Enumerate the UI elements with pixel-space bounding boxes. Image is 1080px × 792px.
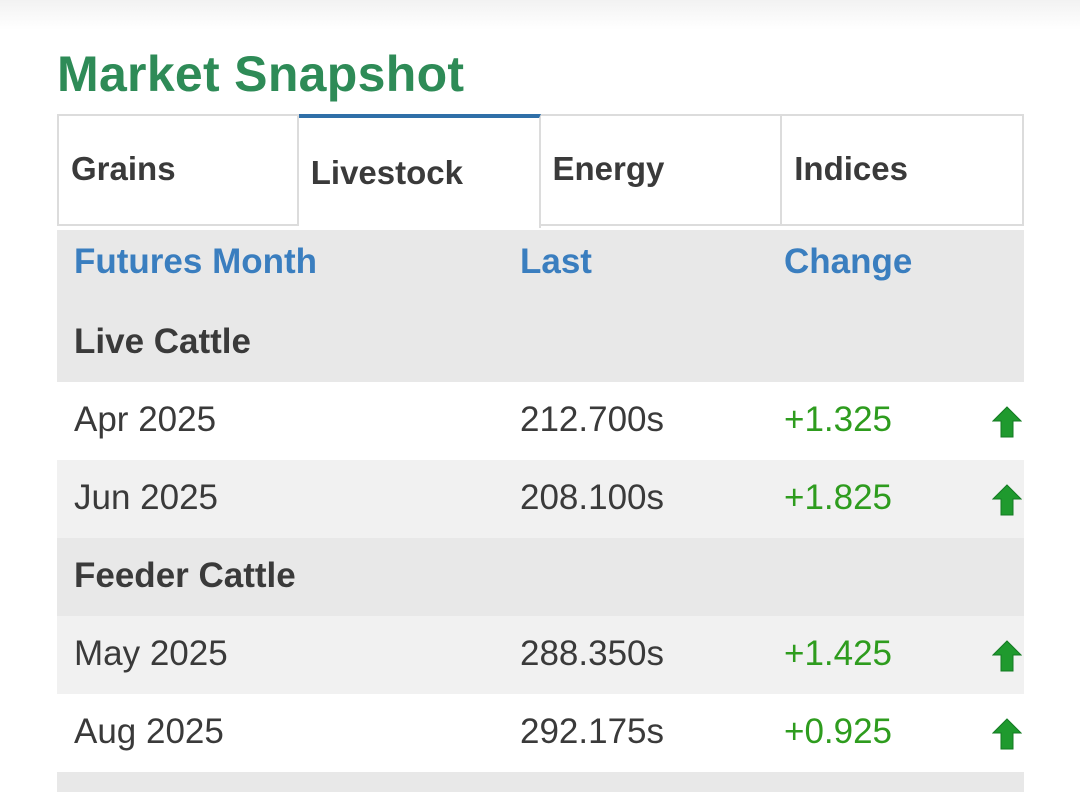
futures-month-cell: Jun 2025 (74, 478, 219, 517)
last-price-cell: 288.350s (520, 634, 665, 673)
table-row[interactable]: Aug 2025 292.175s +0.925 (57, 694, 1024, 772)
up-arrow-icon (992, 484, 1022, 516)
futures-table: Futures Month Last Change Live Cattle Ap… (57, 230, 1024, 792)
up-arrow-icon (992, 640, 1022, 672)
futures-month-cell: Aug 2025 (74, 712, 224, 751)
column-header-futures-month[interactable]: Futures Month (74, 242, 317, 282)
futures-month-cell: May 2025 (74, 634, 228, 673)
last-price-cell: 208.100s (520, 478, 665, 517)
last-price-cell: 212.700s (520, 400, 665, 439)
column-header-change[interactable]: Change (784, 242, 912, 282)
group-label: Feeder Cattle (74, 556, 296, 595)
group-header-feeder-cattle: Feeder Cattle (57, 538, 1024, 616)
tab-bar: Grains Livestock Energy Indices (57, 114, 1024, 230)
group-header-live-cattle: Live Cattle (57, 304, 1024, 382)
change-cell: +1.325 (784, 400, 893, 439)
tab-indices[interactable]: Indices (782, 114, 1024, 226)
column-header-last[interactable]: Last (520, 242, 592, 282)
top-shadow (0, 0, 1080, 30)
table-row[interactable]: Apr 2025 212.700s +1.325 (57, 382, 1024, 460)
up-arrow-icon (992, 406, 1022, 438)
tab-grains[interactable]: Grains (57, 114, 299, 226)
table-header: Futures Month Last Change (57, 230, 1024, 304)
next-group-header-partial (57, 772, 1024, 792)
up-arrow-icon (992, 718, 1022, 750)
last-price-cell: 292.175s (520, 712, 665, 751)
change-cell: +1.825 (784, 478, 893, 517)
market-snapshot-widget: Market Snapshot Grains Livestock Energy … (57, 40, 1024, 792)
tab-energy[interactable]: Energy (540, 114, 783, 226)
futures-month-cell: Apr 2025 (74, 400, 217, 439)
change-cell: +0.925 (784, 712, 893, 751)
tab-livestock[interactable]: Livestock (298, 114, 541, 228)
change-cell: +1.425 (784, 634, 893, 673)
group-label: Live Cattle (74, 322, 251, 361)
table-row[interactable]: Jun 2025 208.100s +1.825 (57, 460, 1024, 538)
widget-title: Market Snapshot (57, 46, 465, 102)
table-row[interactable]: May 2025 288.350s +1.425 (57, 616, 1024, 694)
